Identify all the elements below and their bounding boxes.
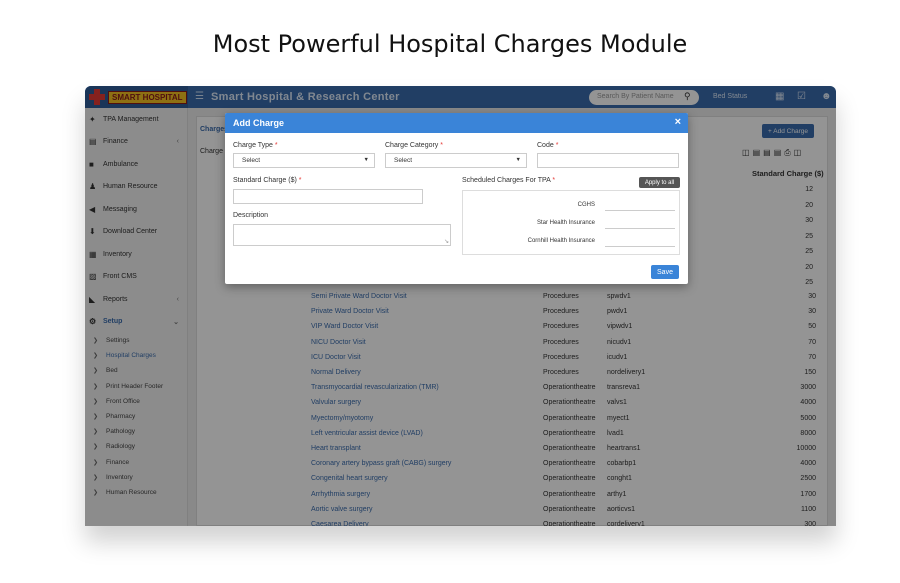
charge-category-value: Select	[394, 157, 413, 164]
apply-to-all-button[interactable]: Apply to all	[639, 177, 680, 188]
tpa-name: Star Health Insurance	[536, 220, 595, 226]
save-button[interactable]: Save	[651, 265, 679, 279]
chevron-down-icon: ▼	[363, 157, 369, 163]
code-input[interactable]	[537, 153, 679, 168]
charge-category-label: Charge Category *	[385, 142, 443, 149]
add-charge-modal: Add Charge × Charge Type * Select ▼ Charg…	[225, 113, 688, 284]
charge-type-select[interactable]: Select ▼	[233, 153, 375, 168]
charge-type-value: Select	[242, 157, 261, 164]
hero-title: Most Powerful Hospital Charges Module	[212, 30, 688, 58]
charge-category-select[interactable]: Select ▼	[385, 153, 527, 168]
standard-charge-input[interactable]	[233, 189, 423, 204]
description-textarea[interactable]: ↘	[233, 224, 451, 246]
standard-charge-label: Standard Charge ($) *	[233, 177, 302, 184]
tpa-charge-input[interactable]	[605, 210, 675, 211]
tpa-charges-box: CGHS Star Health Insurance Cornhill Heal…	[462, 190, 680, 255]
code-label: Code *	[537, 142, 559, 149]
close-icon[interactable]: ×	[675, 116, 681, 128]
resize-handle-icon[interactable]: ↘	[444, 238, 449, 245]
app-screenshot: SMART HOSPITAL ☰ Smart Hospital & Resear…	[85, 86, 836, 526]
modal-header: Add Charge ×	[225, 113, 688, 133]
charge-type-label: Charge Type *	[233, 142, 278, 149]
tpa-charge-input[interactable]	[605, 246, 675, 247]
tpa-name: CGHS	[577, 202, 595, 208]
tpa-row: Cornhill Health Insurance	[463, 236, 679, 248]
chevron-down-icon: ▼	[515, 157, 521, 163]
modal-title: Add Charge	[233, 118, 285, 128]
tpa-row: Star Health Insurance	[463, 218, 679, 230]
scheduled-charges-label: Scheduled Charges For TPA *	[462, 177, 556, 184]
tpa-charge-input[interactable]	[605, 228, 675, 229]
tpa-name: Cornhill Health Insurance	[527, 238, 595, 244]
description-label: Description	[233, 212, 269, 219]
tpa-row: CGHS	[463, 200, 679, 212]
